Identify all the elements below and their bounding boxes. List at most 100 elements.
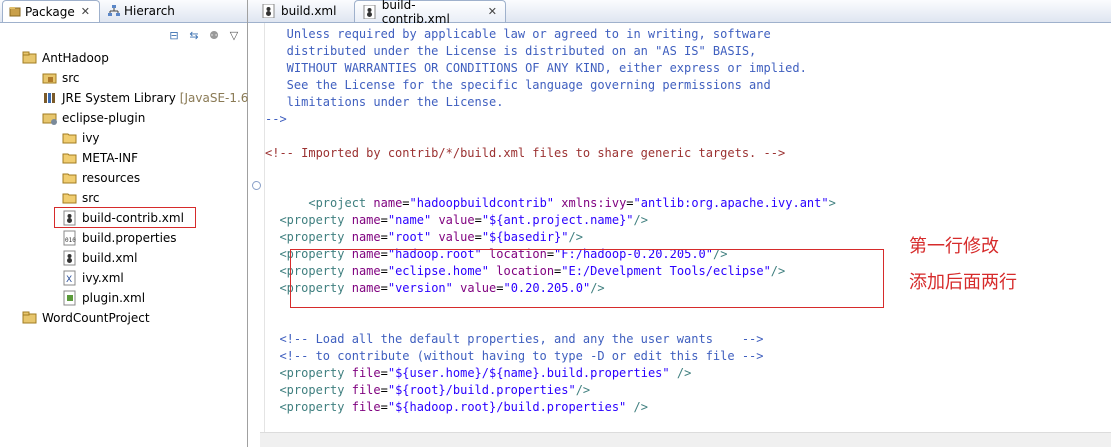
tree-item-label: build.properties [82, 231, 177, 245]
editor-gutter [248, 23, 265, 447]
tag-token: /> [676, 366, 692, 380]
tree-item-label: WordCountProject [42, 311, 150, 325]
tree-item-plugin-xml[interactable]: plugin.xml [62, 288, 145, 308]
value-token: "antlib:org.apache.ivy.ant" [633, 196, 829, 210]
modified-lines-highlight-box [290, 249, 884, 308]
view-tab-bar: Package ✕ Hierarch [0, 0, 247, 23]
tab-label: build.xml [281, 4, 337, 18]
folder-icon [62, 170, 78, 186]
attr-token: value [438, 213, 475, 227]
editor-tab-build-contrib-xml[interactable]: build-contrib.xml ✕ [354, 0, 506, 26]
tree-item-meta-inf[interactable]: META-INF [62, 148, 138, 168]
collapse-all-icon[interactable]: ⊟ [167, 28, 181, 42]
xml-file-icon: X [62, 270, 78, 286]
close-icon[interactable]: ✕ [81, 5, 90, 18]
value-token: "name" [387, 213, 432, 227]
editor-area: build.xml build-contrib.xml ✕ Unless req… [248, 0, 1111, 447]
tab-package-explorer[interactable]: Package ✕ [2, 0, 100, 22]
code-line: <!-- Load all the default properties, an… [265, 332, 764, 346]
value-token: "${ant.project.name}" [481, 213, 634, 227]
tag-token: <property [279, 366, 345, 380]
value-token: "${root}/build.properties" [387, 383, 576, 397]
tree-item-src-folder[interactable]: src [62, 188, 100, 208]
tab-label: Hierarch [124, 4, 175, 18]
close-icon[interactable]: ✕ [488, 5, 497, 18]
tree-item-label: resources [82, 171, 141, 185]
tag-token: <project [308, 196, 367, 210]
link-with-editor-icon[interactable]: ⇆ [187, 28, 201, 42]
value-token: "${user.home}/${name}.build.properties" [387, 366, 670, 380]
value-token: "hadoopbuildcontrib" [409, 196, 555, 210]
ant-icon [262, 4, 275, 18]
code-line: Unless required by applicable law or agr… [265, 27, 771, 41]
tag-token: <property [279, 230, 345, 244]
tree-item-wordcountproject[interactable]: WordCountProject [22, 308, 150, 328]
code-line-property: <property name="root" value="${basedir}"… [279, 230, 583, 244]
library-icon [42, 90, 58, 106]
tree-item-ivy[interactable]: ivy [62, 128, 100, 148]
tree-item-label: build.xml [82, 251, 138, 265]
code-line-property: <property file="${root}/build.properties… [279, 383, 591, 397]
value-token: "root" [387, 230, 432, 244]
tree-item-anthadoop[interactable]: AntHadoop [22, 48, 109, 68]
tree-item-label: JRE System Library [62, 91, 176, 105]
selection-highlight-box [54, 207, 196, 228]
tag-token: /> [633, 400, 648, 414]
tree-item-ivy-xml[interactable]: X ivy.xml [62, 268, 124, 288]
tree-item-label: eclipse-plugin [62, 111, 146, 125]
tree-item-label: src [82, 191, 100, 205]
code-line: limitations under the License. [265, 95, 504, 109]
tree-item-label: META-INF [82, 151, 139, 165]
attr-token: xmlns:ivy [561, 196, 627, 210]
view-toolbar: ⊟ ⇆ ⚉ ▽ [167, 24, 241, 46]
package-folder-icon [42, 70, 58, 86]
tab-hierarchy[interactable]: Hierarch [108, 0, 175, 22]
project-icon [22, 50, 38, 66]
svg-text:010: 010 [65, 237, 76, 244]
tree-item-jre-library[interactable]: JRE System Library [JavaSE-1.6] [42, 88, 253, 108]
annotation-note-first-line: 第一行修改 [909, 236, 999, 257]
attr-token: name [351, 213, 381, 227]
properties-file-icon: 010 [62, 230, 78, 246]
filters-icon[interactable]: ⚉ [207, 28, 221, 42]
editor-tab-build-xml[interactable]: build.xml [254, 0, 344, 22]
attr-token: file [351, 366, 381, 380]
plugin-xml-icon [62, 290, 78, 306]
tag-token: <property [279, 383, 345, 397]
project-icon [22, 310, 38, 326]
hierarchy-icon [108, 5, 120, 16]
folder-icon [42, 110, 58, 126]
code-line: --> [265, 112, 287, 126]
code-line: WITHOUT WARRANTIES OR CONDITIONS OF ANY … [265, 61, 807, 75]
tree-item-build-xml[interactable]: build.xml [62, 248, 137, 268]
fold-icon[interactable] [252, 181, 261, 190]
svg-text:X: X [66, 275, 72, 285]
code-line: distributed under the License is distrib… [265, 44, 757, 58]
ant-icon [62, 250, 78, 266]
tag-token: /> [568, 230, 583, 244]
tree-item-src[interactable]: src [42, 68, 80, 88]
tree-item-label: AntHadoop [42, 51, 109, 65]
attr-token: file [351, 383, 381, 397]
tree-item-build-properties[interactable]: 010 build.properties [62, 228, 177, 248]
view-menu-icon[interactable]: ▽ [227, 28, 241, 42]
tab-label: build-contrib.xml [381, 0, 450, 26]
code-line-property: <property name="name" value="${ant.proje… [279, 213, 648, 227]
ant-icon [363, 4, 376, 19]
folder-icon [62, 130, 78, 146]
tree-item-resources[interactable]: resources [62, 168, 140, 188]
attr-token: name [351, 230, 381, 244]
tag-token: <property [279, 213, 345, 227]
attr-token: value [438, 230, 475, 244]
tag-token: <property [279, 400, 345, 414]
package-explorer-icon [9, 6, 21, 16]
tree-item-eclipse-plugin[interactable]: eclipse-plugin [42, 108, 145, 128]
annotation-note-added-lines: 添加后面两行 [909, 272, 1017, 293]
tab-label: Package [25, 4, 75, 19]
attr-token: name [373, 196, 403, 210]
value-token: "${basedir}" [481, 230, 569, 244]
tag-token: /> [575, 383, 591, 397]
value-token: "${hadoop.root}/build.properties" [387, 400, 627, 414]
tree-item-label: plugin.xml [82, 291, 146, 305]
horizontal-scrollbar[interactable] [260, 432, 1111, 447]
